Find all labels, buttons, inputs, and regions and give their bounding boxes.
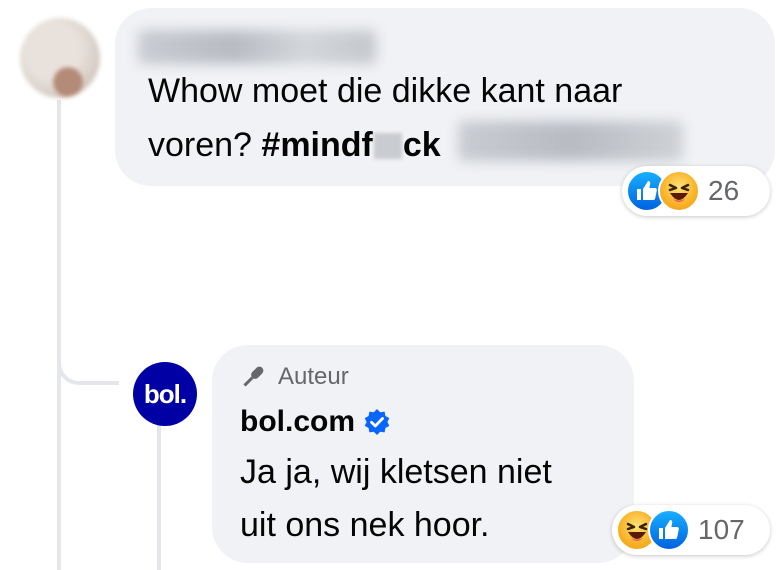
verified-badge-icon xyxy=(364,409,390,435)
like-icon xyxy=(648,509,690,551)
tagged-name-blurred[interactable] xyxy=(458,121,683,161)
thread-connector xyxy=(57,340,119,385)
author-badge-label: Auteur xyxy=(278,363,349,390)
reaction-count: 26 xyxy=(708,175,740,206)
comment-text-line: Whow moet die dikke kant naar xyxy=(148,72,623,110)
author-name-text: bol.com xyxy=(240,405,356,438)
comment-text-line: voren? #mindf ck xyxy=(148,118,441,172)
comment-author-name[interactable]: bol.com xyxy=(240,405,391,439)
hashtag-text: ck xyxy=(402,126,441,164)
reactions-summary[interactable]: 107 xyxy=(612,505,770,555)
comment-text: voren? xyxy=(148,126,262,164)
comment-text-line: Ja ja, wij kletsen niet xyxy=(240,453,552,491)
thread-line xyxy=(57,100,61,570)
comment-author-name-blurred[interactable] xyxy=(138,30,376,64)
microphone-icon xyxy=(243,366,264,387)
reactions-summary[interactable]: 26 xyxy=(622,166,770,216)
hashtag-text: #mindf xyxy=(261,126,373,164)
comment-text-line: uit ons nek hoor. xyxy=(240,506,490,544)
haha-icon xyxy=(658,170,700,212)
avatar[interactable]: bol. xyxy=(133,362,197,426)
censor-blur xyxy=(373,133,402,159)
avatar-logo-text: bol. xyxy=(143,378,187,409)
hashtag-link[interactable]: #mindf ck xyxy=(261,126,440,164)
author-badge: Auteur xyxy=(238,362,349,392)
reply-thread-line xyxy=(157,425,161,570)
avatar[interactable] xyxy=(20,18,100,98)
reaction-count: 107 xyxy=(698,514,745,545)
